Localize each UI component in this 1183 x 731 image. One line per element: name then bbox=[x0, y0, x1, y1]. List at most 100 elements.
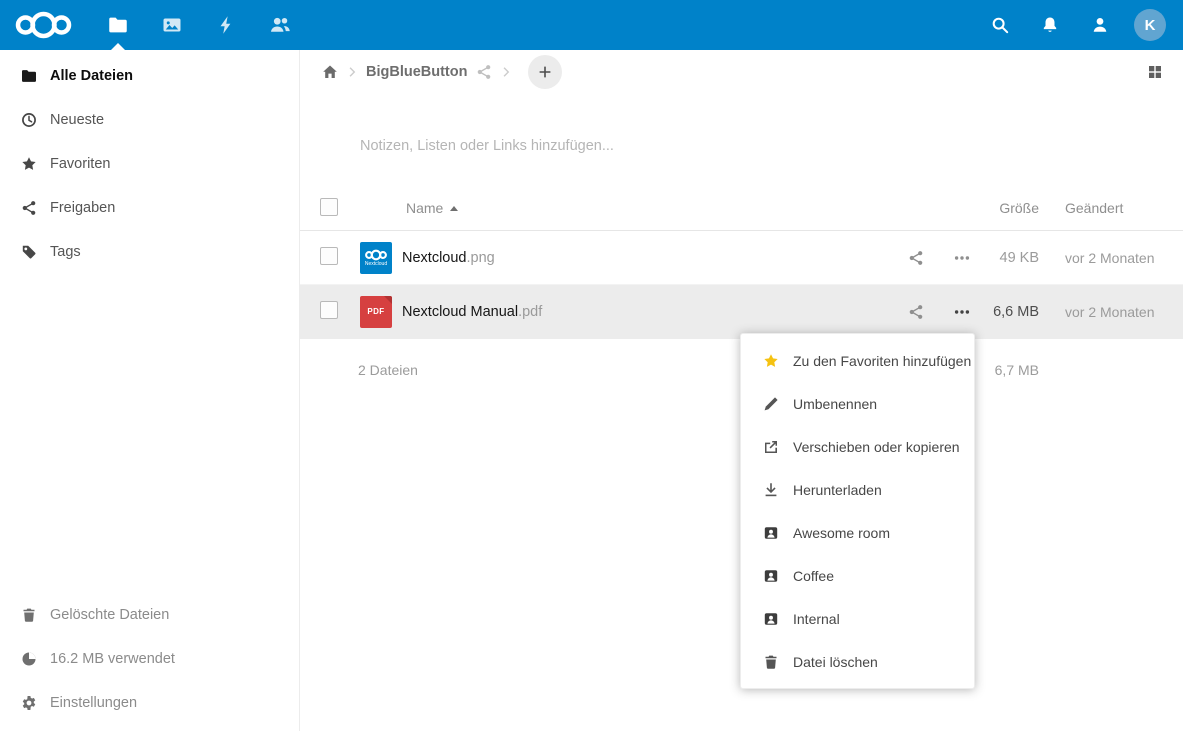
tag-icon bbox=[21, 244, 37, 260]
three-dots-icon bbox=[954, 250, 970, 266]
share-icon bbox=[476, 64, 492, 80]
menu-item-rename[interactable]: Umbenennen bbox=[741, 382, 974, 425]
column-header-size[interactable]: Größe bbox=[985, 200, 1065, 216]
menu-item-delete-file[interactable]: Datei löschen bbox=[741, 640, 974, 683]
gear-icon bbox=[21, 695, 37, 711]
summary-total-size: 6,7 MB bbox=[985, 362, 1065, 378]
contacts-menu-button[interactable] bbox=[1075, 0, 1125, 50]
room-icon bbox=[763, 611, 779, 627]
move-icon bbox=[763, 439, 779, 455]
row-actions-button[interactable] bbox=[942, 292, 982, 332]
sidebar-item-label: Tags bbox=[50, 244, 81, 260]
search-icon bbox=[991, 16, 1009, 34]
sidebar-item-all-files[interactable]: Alle Dateien bbox=[0, 54, 299, 98]
share-icon bbox=[908, 304, 924, 320]
menu-item-room-internal[interactable]: Internal bbox=[741, 597, 974, 640]
star-icon bbox=[21, 156, 37, 172]
breadcrumb: BigBlueButton bbox=[300, 50, 1183, 94]
file-name-link[interactable]: Nextcloud Manual.pdf bbox=[400, 304, 893, 320]
notifications-button[interactable] bbox=[1025, 0, 1075, 50]
app-photos-button[interactable] bbox=[145, 0, 199, 50]
star-icon bbox=[763, 353, 779, 369]
menu-item-move-or-copy[interactable]: Verschieben oder kopieren bbox=[741, 425, 974, 468]
sidebar-footer: Gelöschte Dateien 16.2 MB verwendet Eins… bbox=[0, 593, 299, 725]
breadcrumb-share-button[interactable] bbox=[476, 64, 492, 80]
app-activity-button[interactable] bbox=[199, 0, 253, 50]
room-icon bbox=[763, 525, 779, 541]
share-icon bbox=[21, 200, 37, 216]
nextcloud-app: K Alle Dateien Neueste Favoriten Freigab… bbox=[0, 0, 1183, 731]
rich-workspace-placeholder[interactable]: Notizen, Listen oder Links hinzufügen... bbox=[360, 138, 1183, 158]
file-thumbnail-nextcloud-png[interactable]: Nextcloud bbox=[360, 242, 392, 274]
quota-pie-icon bbox=[21, 651, 37, 667]
file-row-nextcloud-manual-pdf: PDF Nextcloud Manual.pdf 6,6 MB vor 2 Mo… bbox=[300, 285, 1183, 339]
sidebar-item-label: Neueste bbox=[50, 112, 104, 128]
new-file-button[interactable] bbox=[528, 55, 562, 89]
menu-item-room-awesome[interactable]: Awesome room bbox=[741, 511, 974, 554]
row-share-button[interactable] bbox=[896, 292, 936, 332]
grid-view-icon bbox=[1147, 64, 1163, 80]
file-modified: vor 2 Monaten bbox=[1065, 304, 1169, 320]
select-all-checkbox[interactable] bbox=[320, 198, 338, 216]
breadcrumb-current-folder[interactable]: BigBlueButton bbox=[366, 64, 467, 80]
trash-icon bbox=[21, 607, 37, 623]
quota-label: 16.2 MB verwendet bbox=[50, 651, 175, 667]
plus-icon bbox=[537, 64, 553, 80]
person-icon bbox=[1091, 16, 1109, 34]
nextcloud-logo[interactable] bbox=[12, 10, 75, 40]
three-dots-icon bbox=[954, 304, 970, 320]
row-actions-button[interactable] bbox=[942, 238, 982, 278]
trash-icon bbox=[763, 654, 779, 670]
file-row-nextcloud-png: Nextcloud Nextcloud.png 49 KB vor 2 Mona… bbox=[300, 231, 1183, 285]
folder-icon bbox=[108, 15, 128, 35]
nextcloud-logo-icon bbox=[12, 10, 75, 40]
sidebar-item-recent[interactable]: Neueste bbox=[0, 98, 299, 142]
chevron-right-icon bbox=[499, 65, 513, 79]
chevron-right-icon bbox=[345, 65, 359, 79]
sidebar-item-quota: 16.2 MB verwendet bbox=[0, 637, 299, 681]
file-list-header: Name Größe Geändert bbox=[300, 186, 1183, 231]
app-menu bbox=[91, 0, 307, 50]
sidebar-item-tags[interactable]: Tags bbox=[0, 230, 299, 274]
clock-icon bbox=[21, 112, 37, 128]
sidebar-item-shares[interactable]: Freigaben bbox=[0, 186, 299, 230]
files-main: BigBlueButton Notizen, Listen oder Links… bbox=[300, 50, 1183, 731]
download-icon bbox=[763, 482, 779, 498]
top-bar: K bbox=[0, 0, 1183, 50]
app-files-button[interactable] bbox=[91, 0, 145, 50]
sidebar-item-settings[interactable]: Einstellungen bbox=[0, 681, 299, 725]
contacts-people-icon bbox=[270, 15, 290, 35]
sidebar-item-label: Favoriten bbox=[50, 156, 110, 172]
app-contacts-button[interactable] bbox=[253, 0, 307, 50]
file-size: 49 KB bbox=[985, 250, 1065, 266]
nextcloud-logo-icon bbox=[364, 249, 388, 261]
thumbnail-caption: Nextcloud bbox=[365, 261, 387, 267]
bell-icon bbox=[1041, 16, 1059, 34]
grid-view-toggle[interactable] bbox=[1141, 58, 1169, 86]
user-avatar[interactable]: K bbox=[1134, 9, 1166, 41]
column-header-name[interactable]: Name bbox=[400, 200, 893, 216]
file-name-link[interactable]: Nextcloud.png bbox=[400, 250, 893, 266]
sidebar-nav: Alle Dateien Neueste Favoriten Freigaben… bbox=[0, 54, 299, 274]
row-checkbox[interactable] bbox=[320, 301, 338, 319]
column-header-modified[interactable]: Geändert bbox=[1065, 200, 1169, 216]
file-thumbnail-pdf[interactable]: PDF bbox=[360, 296, 392, 328]
search-button[interactable] bbox=[975, 0, 1025, 50]
header-right: K bbox=[975, 0, 1183, 50]
row-share-button[interactable] bbox=[896, 238, 936, 278]
pencil-icon bbox=[763, 396, 779, 412]
row-checkbox[interactable] bbox=[320, 247, 338, 265]
sidebar-item-favorites[interactable]: Favoriten bbox=[0, 142, 299, 186]
home-button[interactable] bbox=[322, 64, 338, 80]
menu-item-download[interactable]: Herunterladen bbox=[741, 468, 974, 511]
sidebar-item-label: Alle Dateien bbox=[50, 68, 133, 84]
avatar-letter: K bbox=[1145, 17, 1156, 34]
photos-icon bbox=[162, 15, 182, 35]
sidebar: Alle Dateien Neueste Favoriten Freigaben… bbox=[0, 50, 300, 731]
menu-item-room-coffee[interactable]: Coffee bbox=[741, 554, 974, 597]
sidebar-item-trash[interactable]: Gelöschte Dateien bbox=[0, 593, 299, 637]
room-icon bbox=[763, 568, 779, 584]
menu-item-add-to-favorites[interactable]: Zu den Favoriten hinzufügen bbox=[741, 339, 974, 382]
sort-ascending-icon bbox=[450, 206, 458, 211]
share-icon bbox=[908, 250, 924, 266]
